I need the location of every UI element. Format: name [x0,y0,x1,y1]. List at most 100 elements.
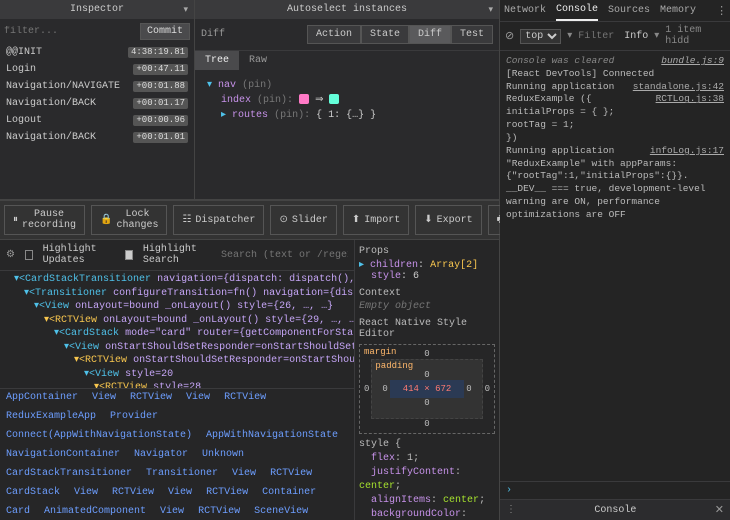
log-source-link[interactable]: infoLog.js:17 [650,145,724,158]
commit-button[interactable]: Commit [140,23,190,40]
breadcrumb[interactable]: AppContainer View RCTView View RCTView ReduxE… [0,388,354,520]
context-select[interactable]: top [520,29,561,44]
lock-changes-button[interactable]: 🔒Lock changes [91,205,167,235]
hidden-count: 1 item hidd [665,25,725,47]
inspector-header[interactable]: Inspector ▾ [0,0,194,19]
tab-state[interactable]: State [361,25,409,44]
chevron-down-icon: ▾ [183,5,188,15]
breadcrumb-item[interactable]: CardStackTransitioner [6,468,132,479]
breadcrumb-item[interactable]: View [186,392,210,403]
drawer-label[interactable]: Console [594,505,636,516]
breadcrumb-item[interactable]: AppWithNavigationState [206,430,338,441]
chevron-down-icon: ▾ [488,5,493,15]
tab-console[interactable]: Console [556,0,598,21]
export-button[interactable]: ⬇Export [415,205,481,235]
console-prompt[interactable]: › [500,481,730,499]
console-log-line: rootTag = 1; [506,119,724,132]
breadcrumb-item[interactable]: View [160,506,184,517]
breadcrumb-item[interactable]: RCTView [130,392,172,403]
instances-title: Autoselect instances [287,4,407,15]
drawer-close-icon[interactable]: ✕ [715,503,724,517]
action-row[interactable]: Navigation/BACK+00:01.17 [0,95,194,112]
tab-diff[interactable]: Diff [409,25,451,44]
level-label[interactable]: Info [624,31,648,42]
subtab-raw[interactable]: Raw [239,51,277,70]
filter-input[interactable] [4,26,136,37]
console-log-line: [React DevTools] Connectedstandalone.js:… [506,68,724,81]
diff-label: Diff [201,29,225,40]
diff-tabs: Action State Diff Test [307,25,493,44]
breadcrumb-item[interactable]: View [168,487,192,498]
more-icon[interactable]: ⋮ [716,4,727,18]
action-row[interactable]: Navigation/BACK+00:01.01 [0,129,194,146]
log-source-link[interactable]: RCTLog.js:38 [656,93,724,106]
breadcrumb-item[interactable]: ReduxExampleApp [6,411,96,422]
breadcrumb-item[interactable]: Navigator [134,449,188,460]
tab-test[interactable]: Test [451,25,493,44]
dispatcher-icon: ☷ [182,214,191,226]
export-icon: ⬇ [424,214,432,226]
instances-header[interactable]: Autoselect instances ▾ [195,0,499,19]
devtools-tabs: Network Console Sources Memory ⋮ ✕ [500,0,730,22]
clear-console-icon[interactable]: ⊘ [505,29,514,43]
tree-search-input[interactable] [221,250,348,261]
slider-button[interactable]: ⊙Slider [270,205,336,235]
drawer: ⋮ Console ✕ [500,499,730,520]
pause-recording-button[interactable]: ⏸Pause recording [4,205,85,235]
breadcrumb-item[interactable]: Provider [110,411,158,422]
tab-action[interactable]: Action [307,25,361,44]
console-filter-input[interactable] [578,31,618,42]
log-source-link[interactable]: standalone.js:42 [633,81,724,94]
box-content: 414 × 672 [390,380,464,398]
breadcrumb-item[interactable]: CardStack [6,487,60,498]
breadcrumb-item[interactable]: View [74,487,98,498]
console-log-line: "ReduxExample" with appParams: [506,158,724,171]
breadcrumb-item[interactable]: RCTView [270,468,312,479]
breadcrumb-item[interactable]: Card [6,506,30,517]
import-icon: ⬆ [352,214,360,226]
diff-body: ▾ nav (pin) index (pin): ⇒ ▸ routes (pin… [195,70,499,131]
breadcrumb-item[interactable]: RCTView [224,392,266,403]
breadcrumb-item[interactable]: Connect(AppWithNavigationState) [6,430,192,441]
breadcrumb-item[interactable]: RCTView [112,487,154,498]
breadcrumb-item[interactable]: AnimatedComponent [44,506,146,517]
tab-memory[interactable]: Memory [660,1,696,20]
gear-icon[interactable]: ⚙ [6,249,15,261]
breadcrumb-item[interactable]: RCTView [206,487,248,498]
breadcrumb-item[interactable]: AppContainer [6,392,78,403]
inspector-title: Inspector [70,4,124,15]
diff-old-icon [299,94,309,104]
tab-network[interactable]: Network [504,1,546,20]
console-log-line: Console was clearedbundle.js:9 [506,55,724,68]
highlight-search-check[interactable] [125,250,133,260]
breadcrumb-item[interactable]: Transitioner [146,468,218,479]
box-model[interactable]: margin 0 0 padding 0 0 414 × 672 0 [359,344,495,434]
import-button[interactable]: ⬆Import [343,205,409,235]
breadcrumb-item[interactable]: View [232,468,256,479]
console-output[interactable]: Console was clearedbundle.js:9[React Dev… [500,51,730,481]
action-list: @@INIT4:38:19.81 Login+00:47.11 Navigati… [0,44,194,199]
action-row[interactable]: @@INIT4:38:19.81 [0,44,194,61]
breadcrumb-item[interactable]: Container [262,487,316,498]
tab-sources[interactable]: Sources [608,1,650,20]
action-row[interactable]: Navigation/NAVIGATE+00:01.88 [0,78,194,95]
breadcrumb-item[interactable]: RCTView [198,506,240,517]
console-log-line: {"rootTag":1,"initialProps":{}}. __DEV__… [506,170,724,221]
lock-icon: 🔒 [100,214,112,226]
style-code: style { flex: 1; justifyContent: center;… [359,438,495,520]
action-row[interactable]: Logout+00:00.96 [0,112,194,129]
breadcrumb-item[interactable]: NavigationContainer [6,449,120,460]
context-header: Context [359,288,495,299]
breadcrumb-item[interactable]: SceneView [254,506,308,517]
action-row[interactable]: Login+00:47.11 [0,61,194,78]
slider-icon: ⊙ [279,214,287,226]
log-source-link[interactable]: bundle.js:9 [661,55,724,68]
props-header: Props [359,246,495,257]
highlight-search-label: Highlight Search [143,244,211,266]
subtab-tree[interactable]: Tree [195,51,239,70]
breadcrumb-item[interactable]: View [92,392,116,403]
dispatcher-button[interactable]: ☷Dispatcher [173,205,264,235]
element-tree[interactable]: ▾<CardStackTransitioner navigation={disp… [0,271,354,388]
breadcrumb-item[interactable]: Unknown [202,449,244,460]
highlight-updates-check[interactable] [25,250,33,260]
